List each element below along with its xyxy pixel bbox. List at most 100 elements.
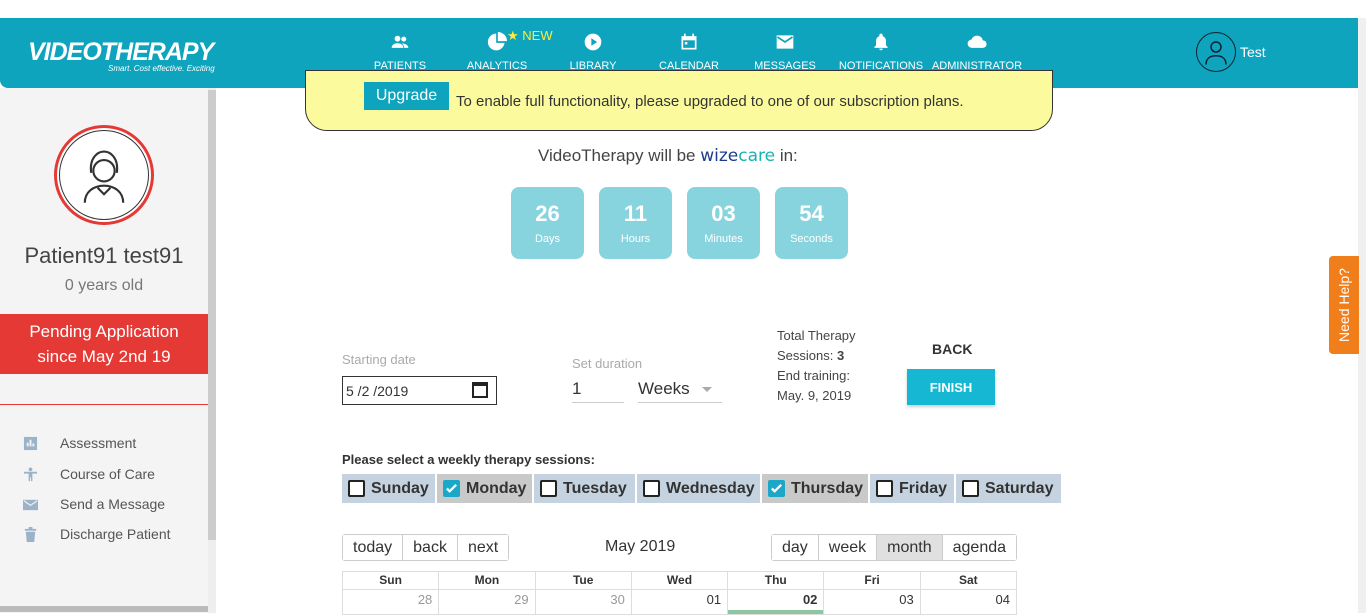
countdown-days: 26 Days (511, 187, 584, 259)
checkbox[interactable] (540, 480, 557, 497)
day-thursday[interactable]: Thursday (762, 474, 870, 503)
nav-library[interactable]: LIBRARY (545, 32, 641, 72)
day-label: Monday (466, 479, 527, 497)
countdown-seconds: 54 Seconds (775, 187, 848, 259)
upgrade-button[interactable]: Upgrade (364, 82, 449, 110)
countdown-unit: Seconds (790, 233, 833, 245)
checkbox[interactable] (962, 480, 979, 497)
nav-analytics[interactable]: ANALYTICS ★ New (449, 28, 553, 72)
duration-value: 1 (572, 379, 582, 398)
calendar-day-cell[interactable]: 03 (824, 590, 921, 614)
check-icon (771, 483, 782, 493)
checkbox[interactable] (348, 480, 365, 497)
weekday-selector: Sunday Monday Tuesday Wednesday Thursday… (342, 474, 1061, 503)
countdown-value: 54 (799, 201, 824, 226)
checkbox-checked[interactable] (768, 480, 785, 497)
sidebar-item-course-of-care[interactable]: Course of Care (22, 466, 155, 482)
day-saturday[interactable]: Saturday (956, 474, 1061, 503)
day-monday[interactable]: Monday (437, 474, 534, 503)
doctor-icon (1205, 41, 1227, 65)
bell-icon (833, 32, 929, 54)
day-label: Thursday (791, 479, 864, 497)
nav-calendar[interactable]: CALENDAR (641, 32, 737, 72)
duration-input[interactable]: 1 (572, 376, 624, 403)
checkbox[interactable] (876, 480, 893, 497)
need-help-tab[interactable]: Need Help? (1329, 256, 1359, 354)
need-help-label: Need Help? (1336, 268, 1352, 342)
calendar-icon (641, 32, 737, 54)
starting-date-label: Starting date (342, 352, 416, 367)
day-wednesday[interactable]: Wednesday (637, 474, 762, 503)
day-tuesday[interactable]: Tuesday (534, 474, 637, 503)
wizecare-logo-part2: care (738, 146, 776, 166)
today-button[interactable]: today (343, 535, 404, 560)
view-week-button[interactable]: week (818, 535, 878, 560)
calendar-day-cell[interactable]: 28 (343, 590, 440, 614)
sidebar-item-discharge-patient[interactable]: Discharge Patient (22, 526, 171, 542)
patient-age: 0 years old (64, 277, 144, 294)
calendar-picker-icon[interactable] (472, 382, 488, 398)
countdown-value: 26 (535, 201, 560, 226)
day-label: Tuesday (563, 479, 627, 497)
day-label: Saturday (985, 479, 1054, 497)
brand-name: VIDEOTHERAPY (28, 38, 214, 66)
therapy-summary: Total Therapy Sessions: 3 End training: … (777, 326, 856, 406)
nav-patients[interactable]: PATIENTS (352, 32, 448, 72)
view-month-button[interactable]: month (877, 535, 943, 560)
day-friday[interactable]: Friday (870, 474, 956, 503)
mail-icon (22, 496, 38, 512)
calendar-day-cell[interactable]: 29 (439, 590, 536, 614)
sidebar-item-send-message[interactable]: Send a Message (22, 496, 165, 512)
weekly-sessions-label: Please select a weekly therapy sessions: (342, 452, 595, 467)
nav-messages[interactable]: MESSAGES (737, 32, 833, 72)
nav-notifications[interactable]: NOTIFICATIONS (833, 32, 929, 72)
sidebar-item-label: Course of Care (60, 466, 155, 482)
next-month-button[interactable]: next (457, 535, 509, 560)
calendar-day-cell-today[interactable]: 02 (728, 590, 825, 614)
view-day-button[interactable]: day (772, 535, 819, 560)
calendar-day-cell[interactable]: 01 (632, 590, 729, 614)
starting-date-input[interactable]: 5 /2 /2019 (342, 376, 497, 405)
nav-administrator[interactable]: ADMINISTRATOR (929, 32, 1025, 72)
pending-line-2: since May 2nd 19 (37, 347, 171, 366)
day-label: Wednesday (666, 479, 755, 497)
countdown-value: 03 (711, 201, 736, 226)
weekday-header: Fri (824, 572, 921, 590)
weekday-header: Thu (728, 572, 825, 590)
summary-line-4: May. 9, 2019 (777, 388, 852, 403)
countdown-unit: Hours (620, 233, 651, 245)
duration-unit-value: Weeks (638, 379, 690, 398)
calendar-month-label: May 2019 (605, 538, 676, 555)
calendar-week-row: 28 29 30 01 02 03 04 (343, 590, 1016, 614)
summary-line-3: End training: (777, 368, 850, 383)
sidebar-item-label: Send a Message (60, 496, 166, 512)
sidebar-item-assessment[interactable]: Assessment (22, 435, 136, 451)
countdown-value: 11 (623, 201, 648, 226)
countdown-hours: 11 Hours (599, 187, 672, 259)
starting-date-value: 5 /2 /2019 (346, 383, 409, 399)
weekday-header: Sun (343, 572, 440, 590)
calendar-day-cell[interactable]: 04 (921, 590, 1016, 614)
checkbox[interactable] (643, 480, 660, 497)
back-month-button[interactable]: back (403, 535, 458, 560)
pending-line-1: Pending Application (29, 322, 179, 341)
duration-unit-select[interactable]: Weeks (638, 376, 722, 403)
set-duration-label: Set duration (572, 356, 643, 371)
chevron-down-icon (702, 387, 712, 392)
back-button[interactable]: BACK (932, 341, 972, 357)
sidebar-scrollbar[interactable] (208, 90, 216, 540)
calendar-day-cell[interactable]: 30 (536, 590, 632, 614)
patient-sidebar: Patient91 test91 0 years old Pending App… (0, 88, 208, 613)
view-agenda-button[interactable]: agenda (942, 535, 1017, 560)
finish-button[interactable]: FINISH (907, 369, 995, 405)
woman-icon (83, 150, 125, 203)
day-sunday[interactable]: Sunday (342, 474, 437, 503)
countdown-unit: Days (534, 233, 561, 245)
brand-logo[interactable]: VIDEOTHERAPY Smart. Cost effective. Exci… (28, 38, 215, 73)
sidebar-divider (0, 404, 208, 405)
page-scrollbar[interactable] (1358, 18, 1366, 613)
countdown-unit: Minutes (704, 233, 743, 245)
user-menu[interactable]: Test (1196, 32, 1266, 72)
weekday-header: Tue (535, 572, 632, 590)
checkbox-checked[interactable] (443, 480, 460, 497)
